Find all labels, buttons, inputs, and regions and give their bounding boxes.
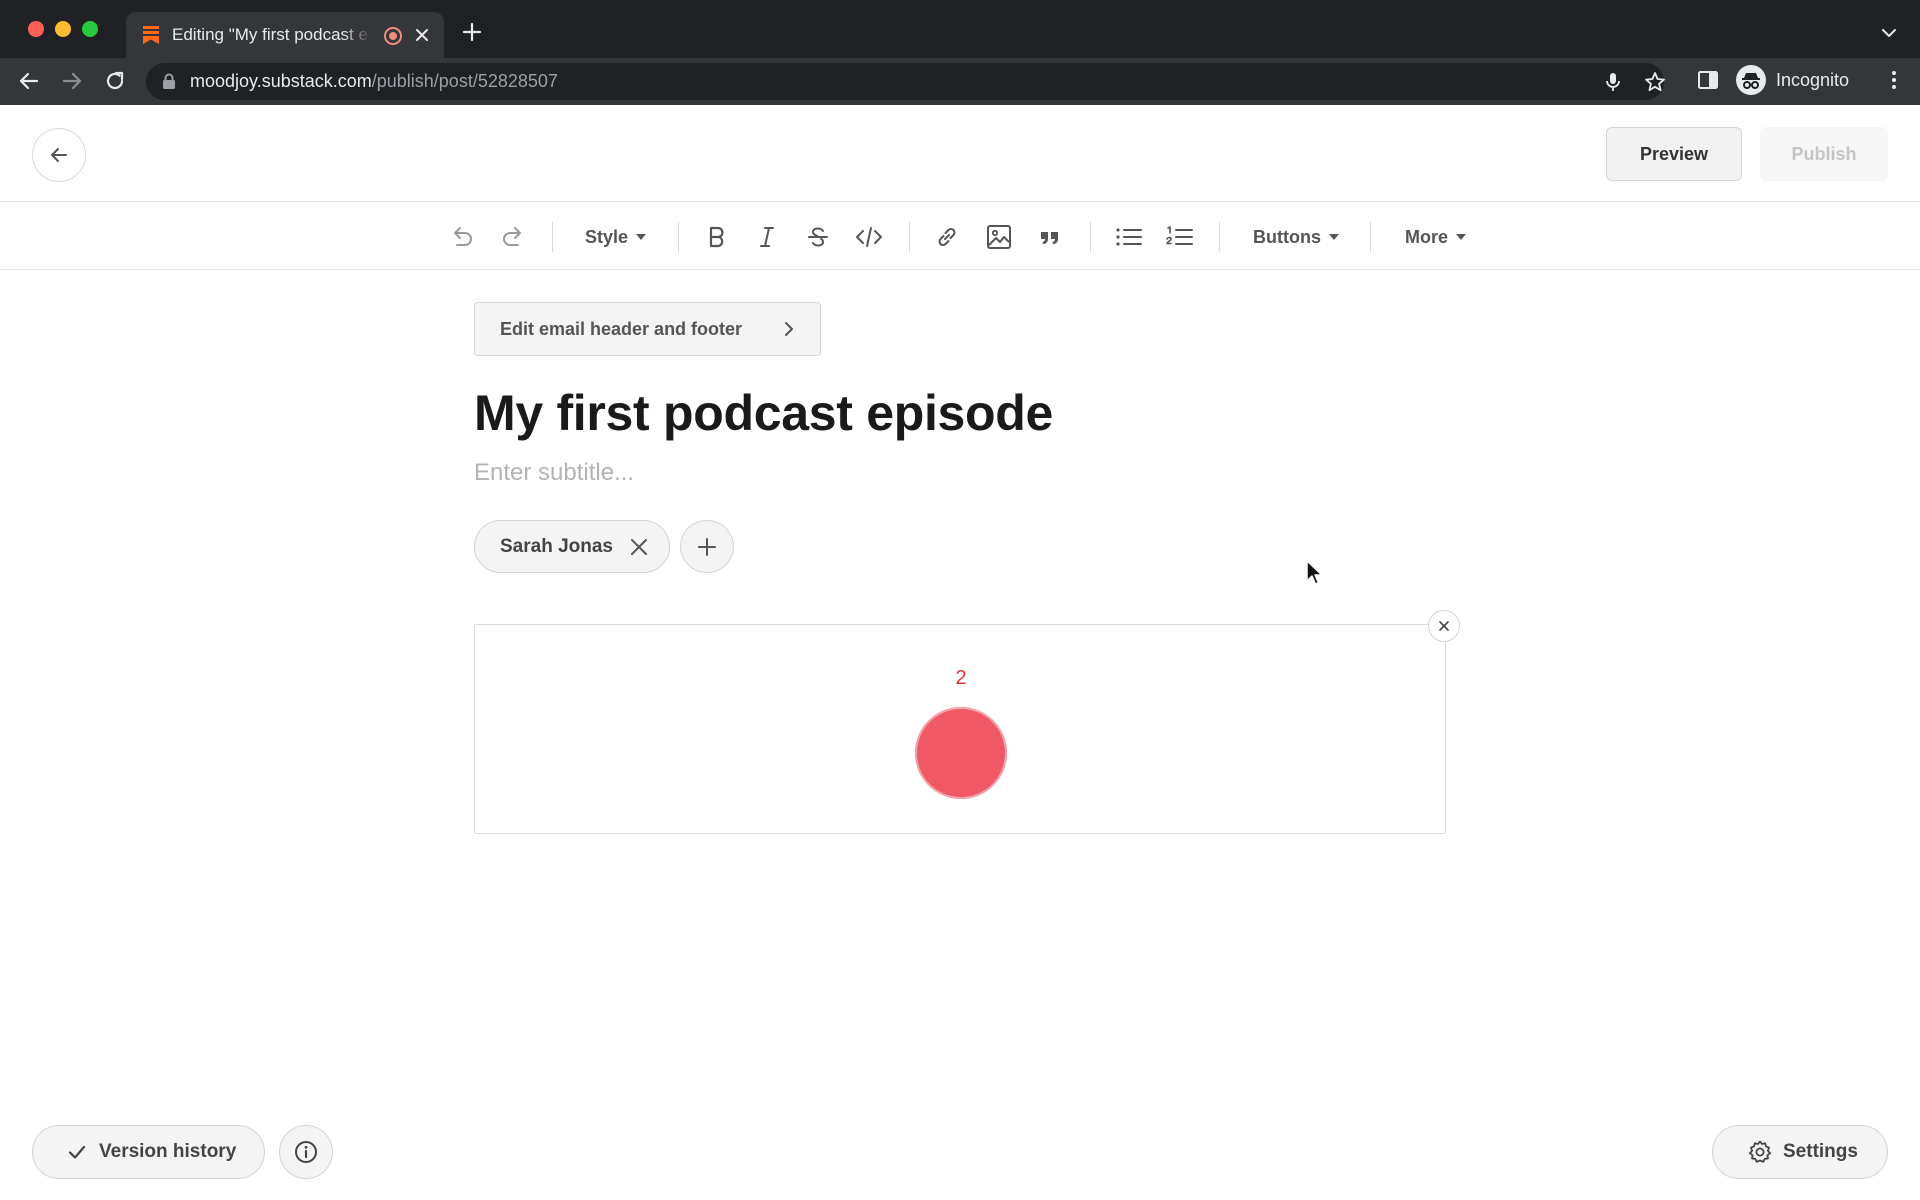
recording-indicator-icon [384, 27, 402, 45]
publish-button[interactable]: Publish [1760, 127, 1888, 181]
add-author-button[interactable] [680, 520, 734, 573]
buttons-dropdown-label: Buttons [1253, 226, 1321, 247]
record-button[interactable] [915, 707, 1007, 799]
code-button[interactable] [853, 221, 885, 253]
style-dropdown-label: Style [585, 226, 629, 247]
arrow-left-icon [51, 148, 67, 162]
byline-author-chip[interactable]: Sarah Jonas [474, 520, 670, 573]
chevron-right-icon [785, 322, 793, 336]
bulleted-list-icon [1116, 228, 1142, 246]
toolbar-divider [909, 222, 910, 252]
side-panel-icon[interactable] [1696, 68, 1720, 92]
new-tab-icon[interactable] [460, 20, 484, 44]
quote-icon [1041, 232, 1058, 244]
toolbar-divider [1370, 222, 1371, 252]
formatting-toolbar: Style Buttons More [0, 203, 1920, 270]
microphone-icon[interactable] [1601, 70, 1625, 94]
substack-favicon-icon [143, 26, 159, 44]
close-tab-icon[interactable] [411, 24, 433, 46]
url-path: /publish/post/52828507 [371, 71, 558, 91]
edit-email-label: Edit email header and footer [500, 318, 743, 339]
recording-countdown: 2 [955, 667, 967, 689]
back-icon[interactable] [16, 68, 42, 94]
post-subtitle-input[interactable]: Enter subtitle... [474, 459, 634, 487]
post-title[interactable]: My first podcast episode [474, 384, 1053, 442]
tab-search-icon[interactable] [1878, 22, 1900, 44]
checkmark-icon [68, 1145, 86, 1159]
close-window-button[interactable] [28, 21, 44, 37]
numbered-list-button[interactable] [1164, 221, 1196, 253]
reload-icon[interactable] [102, 68, 128, 94]
browser-toolbar: moodjoy.substack.com/publish/post/528285… [0, 58, 1920, 105]
preview-button[interactable]: Preview [1606, 127, 1742, 181]
profile-button[interactable]: Incognito [1736, 63, 1849, 97]
editor-top-bar: Preview Publish [0, 105, 1920, 202]
style-dropdown[interactable]: Style [585, 221, 647, 253]
maximize-window-button[interactable] [82, 21, 98, 37]
url-text: moodjoy.substack.com/publish/post/528285… [190, 71, 558, 92]
forward-icon[interactable] [59, 68, 85, 94]
plus-icon [698, 537, 716, 556]
tab-title: Editing "My first podcast e [172, 25, 368, 44]
back-button[interactable] [32, 128, 86, 182]
incognito-icon [1736, 65, 1766, 95]
undo-button[interactable] [446, 221, 478, 253]
link-button[interactable] [931, 221, 963, 253]
edit-email-header-footer-button[interactable]: Edit email header and footer [474, 302, 821, 356]
numbered-list-icon [1166, 226, 1193, 245]
bulleted-list-button[interactable] [1113, 221, 1145, 253]
image-button[interactable] [983, 221, 1015, 253]
more-dropdown-label: More [1405, 226, 1449, 247]
browser-tab-active[interactable]: Editing "My first podcast e [126, 12, 444, 58]
browser-chrome: Editing "My first podcast e moodjoy.subs… [0, 0, 1920, 105]
toolbar-divider [1090, 222, 1091, 252]
strikethrough-button[interactable] [802, 221, 834, 253]
profile-label: Incognito [1776, 69, 1850, 90]
italic-icon [760, 227, 774, 247]
bold-icon [709, 226, 724, 248]
settings-button[interactable]: Settings [1712, 1125, 1888, 1179]
caret-down-icon [1456, 234, 1467, 240]
tab-strip: Editing "My first podcast e [0, 0, 1920, 58]
redo-button[interactable] [497, 221, 529, 253]
link-icon [938, 227, 956, 247]
info-icon [295, 1141, 317, 1163]
byline-author-name: Sarah Jonas [500, 535, 613, 557]
toolbar-divider [552, 222, 553, 252]
toolbar-divider [1219, 222, 1220, 252]
version-history-label: Version history [99, 1141, 237, 1162]
address-bar[interactable]: moodjoy.substack.com/publish/post/528285… [146, 63, 1667, 100]
caret-down-icon [636, 234, 647, 240]
strikethrough-icon [808, 227, 828, 247]
gear-icon [1749, 1140, 1771, 1163]
browser-menu-icon[interactable] [1882, 68, 1906, 92]
buttons-dropdown[interactable]: Buttons [1253, 221, 1339, 253]
more-dropdown[interactable]: More [1405, 221, 1467, 253]
podcast-recorder-embed: 2 [474, 624, 1446, 834]
info-button[interactable] [279, 1125, 333, 1179]
blockquote-button[interactable] [1034, 221, 1066, 253]
image-icon [987, 225, 1011, 249]
mouse-cursor-icon [1306, 560, 1323, 585]
remove-embed-button[interactable] [1428, 610, 1460, 642]
lock-icon[interactable] [162, 73, 176, 90]
italic-button[interactable] [751, 221, 783, 253]
bookmark-star-icon[interactable] [1643, 70, 1667, 94]
close-icon [1439, 621, 1449, 631]
toolbar-divider [678, 222, 679, 252]
minimize-window-button[interactable] [55, 21, 71, 37]
redo-icon [503, 227, 521, 246]
version-history-button[interactable]: Version history [32, 1125, 265, 1179]
remove-author-icon[interactable] [628, 536, 650, 558]
url-host: moodjoy.substack.com [190, 71, 372, 91]
undo-icon [454, 227, 472, 246]
settings-label: Settings [1783, 1141, 1858, 1162]
caret-down-icon [1328, 234, 1339, 240]
code-icon [856, 227, 882, 247]
bold-button[interactable] [701, 221, 733, 253]
